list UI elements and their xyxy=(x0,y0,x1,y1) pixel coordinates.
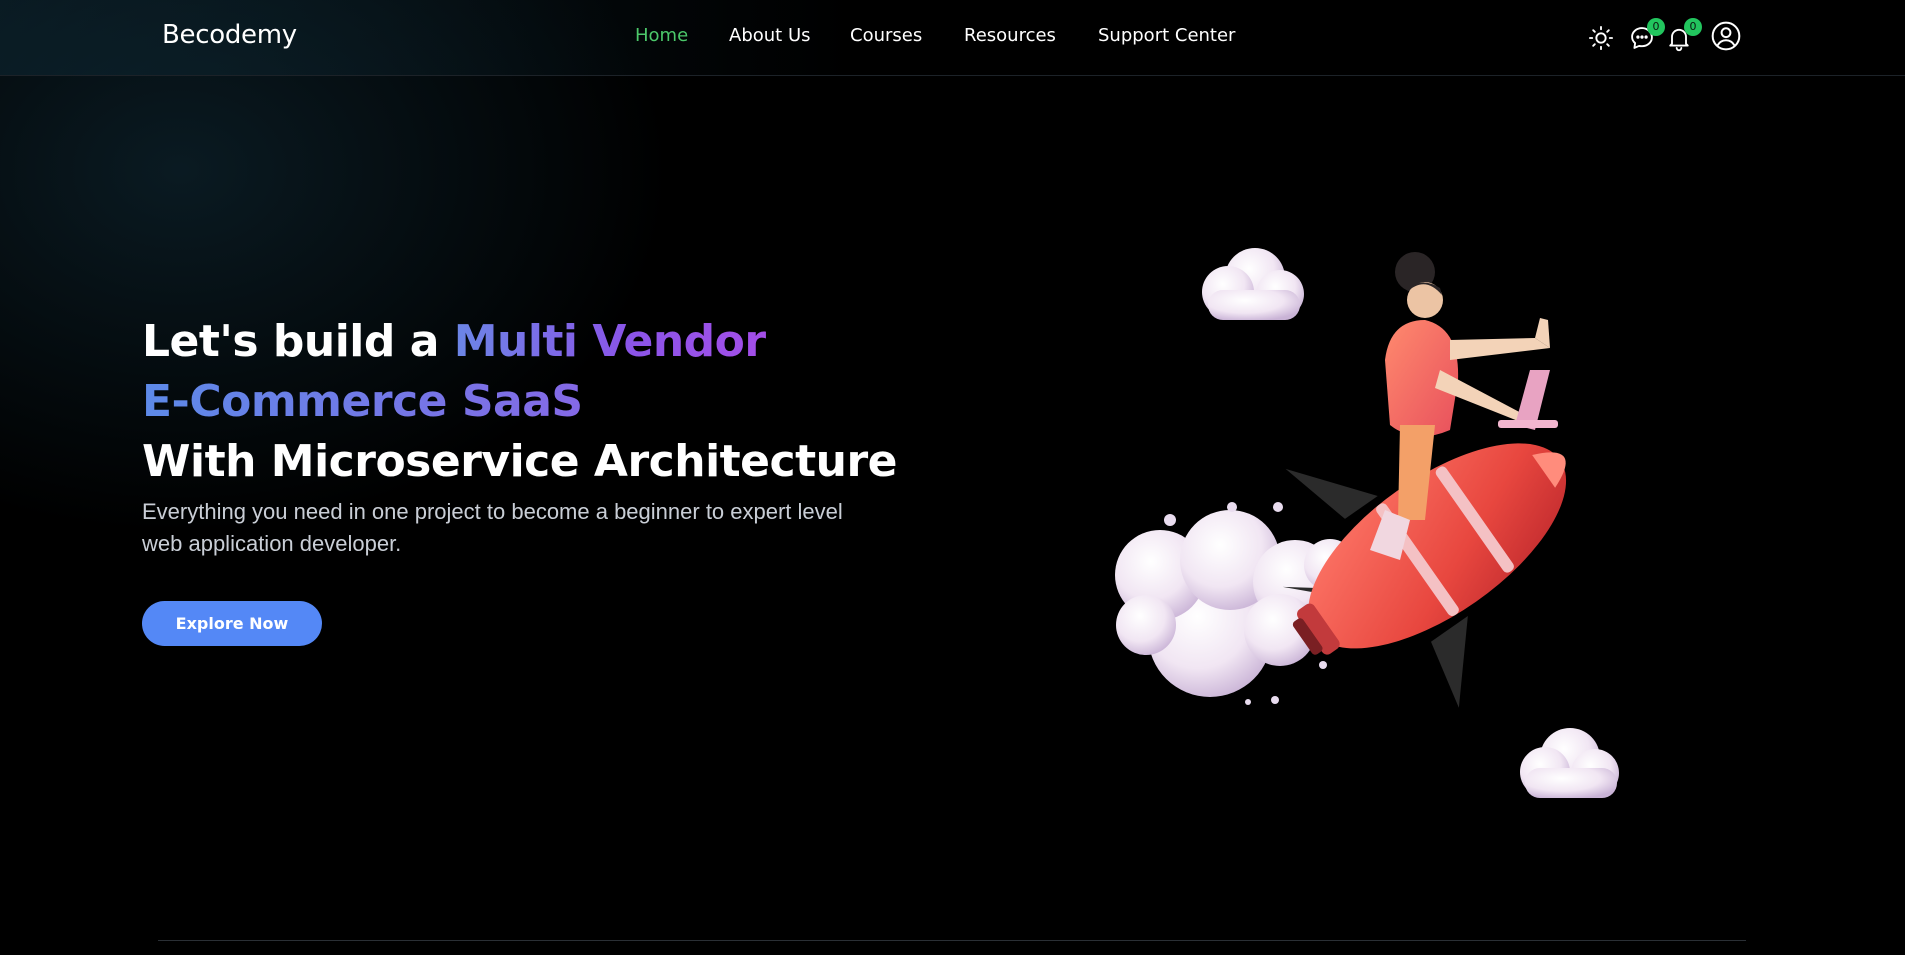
header-actions: 0 0 xyxy=(0,18,1905,54)
hero-title-line-1: Let's build a Multi Vendor xyxy=(142,312,902,372)
hero-title: Let's build a Multi Vendor E-Commerce Sa… xyxy=(142,312,902,492)
hero-title-highlight-1: Multi Vendor xyxy=(453,316,766,367)
notifications-button[interactable]: 0 xyxy=(1665,18,1702,54)
user-icon xyxy=(1711,21,1741,51)
hero-title-line-3: With Microservice Architecture xyxy=(142,436,898,487)
notifications-count-badge: 0 xyxy=(1684,18,1702,36)
hero-title-highlight-2: E-Commerce SaaS xyxy=(142,372,902,432)
theme-toggle-button[interactable] xyxy=(1587,24,1617,54)
explore-now-button[interactable]: Explore Now xyxy=(142,601,322,646)
hero-subtitle: Everything you need in one project to be… xyxy=(142,499,843,556)
rocket-illustration xyxy=(1115,248,1619,798)
cloud-top xyxy=(1202,248,1304,320)
cloud-bottom xyxy=(1520,728,1619,798)
section-divider xyxy=(158,940,1746,941)
account-button[interactable] xyxy=(1710,20,1744,54)
sun-icon xyxy=(1588,25,1614,51)
messages-button[interactable]: 0 xyxy=(1628,18,1665,54)
messages-count-badge: 0 xyxy=(1647,18,1665,36)
navbar: Becodemy Home About Us Courses Resources… xyxy=(0,0,1905,76)
hero-title-prefix: Let's build a xyxy=(142,316,454,367)
